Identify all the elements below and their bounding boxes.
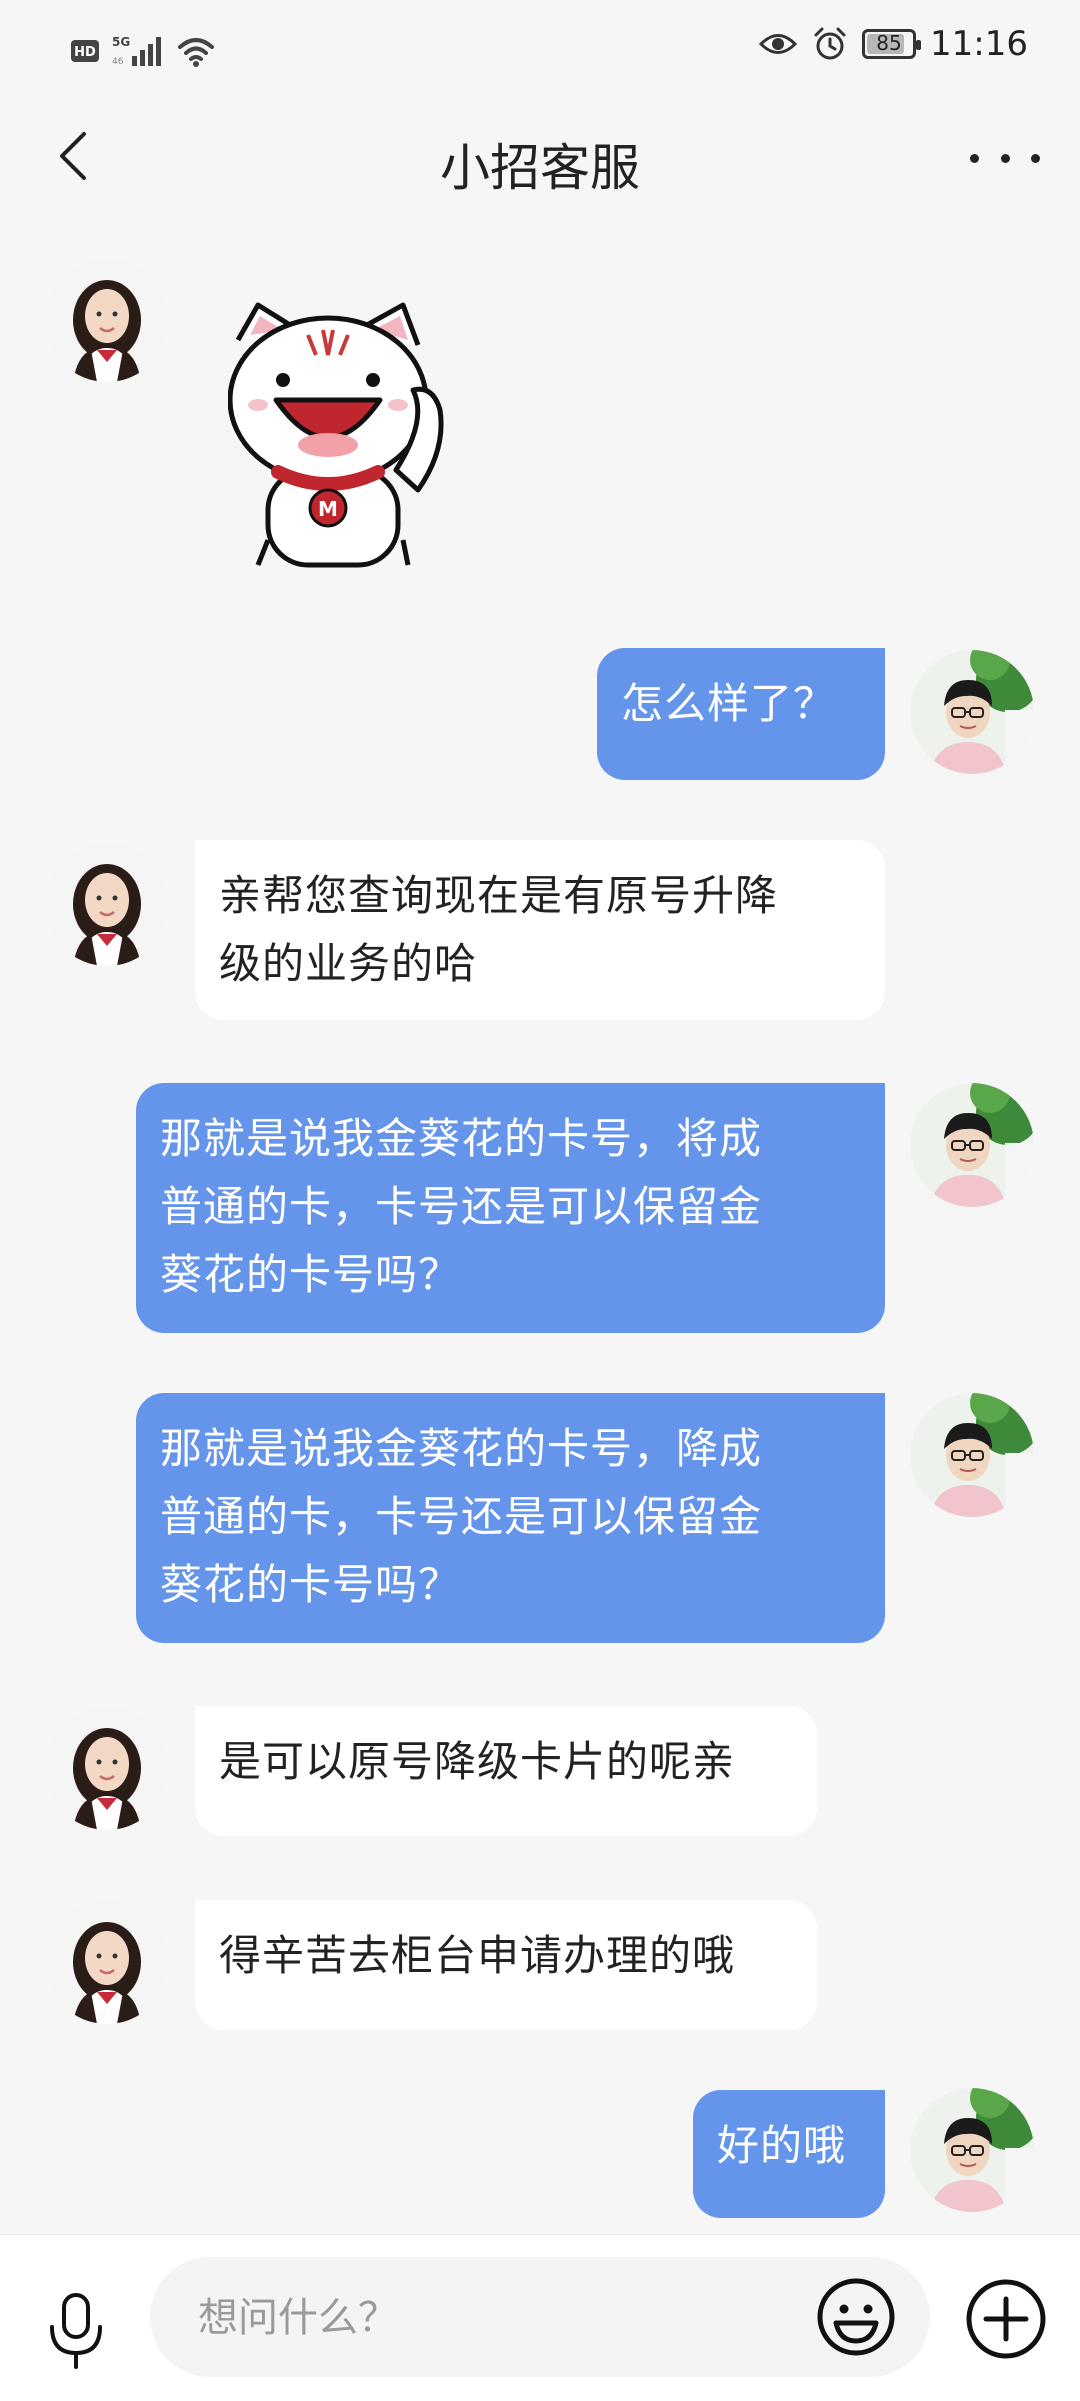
chat-header: 小招客服 [0,100,1080,220]
message-input-container[interactable] [150,2257,930,2377]
message-bubble-incoming[interactable]: 亲帮您查询现在是有原号升降 级的业务的哈 [195,840,885,1020]
message-text: 怎么样了？ [621,679,837,728]
cat-sticker[interactable]: M [227,300,448,570]
user-avatar[interactable] [910,1083,1034,1207]
more-button[interactable] [970,138,1040,178]
hd-icon: HD [71,40,99,62]
network-label: 5G [112,35,130,49]
message-text: 好的哦 [717,2121,847,2170]
eye-icon [758,34,798,54]
alarm-icon [814,27,846,60]
status-right: 85 11:16 [758,24,1028,64]
message-line: 普通的卡，卡号还是可以保留金 [160,1182,763,1231]
signal-icon: 5G 46 [112,35,161,67]
message-bubble-incoming[interactable]: 得辛苦去柜台申请办理的哦 [195,1900,817,2030]
user-avatar-image [910,1083,1034,1207]
message-text: 是可以原号降级卡片的呢亲 [219,1737,736,1786]
message-bubble-outgoing[interactable]: 那就是说我金葵花的卡号，将成 普通的卡，卡号还是可以保留金 葵花的卡号吗？ [136,1083,885,1333]
message-bubble-outgoing[interactable]: 怎么样了？ [597,648,885,780]
message-bubble-outgoing[interactable]: 那就是说我金葵花的卡号，降成 普通的卡，卡号还是可以保留金 葵花的卡号吗？ [136,1393,885,1643]
emoji-icon [817,2278,895,2356]
message-line: 那就是说我金葵花的卡号，将成 [160,1114,763,1163]
message-line: 亲帮您查询现在是有原号升降 [219,871,779,920]
add-button[interactable] [964,2277,1048,2361]
agent-avatar[interactable] [45,1900,169,2024]
battery-level: 85 [876,31,902,55]
agent-avatar-image [45,1900,169,2024]
message-line: 普通的卡，卡号还是可以保留金 [160,1492,763,1541]
status-left: HD 5G 46 [70,34,216,68]
cat-sticker-image: M [227,302,444,568]
composer-bar [0,2234,1080,2401]
sticker-logo: M [318,497,338,521]
message-bubble-outgoing[interactable]: 好的哦 [693,2090,885,2218]
emoji-button[interactable] [814,2275,898,2359]
agent-avatar[interactable] [45,258,169,382]
agent-avatar-image [45,258,169,382]
voice-button[interactable] [44,2291,108,2371]
message-input[interactable] [196,2287,800,2349]
wifi-icon [178,38,214,67]
more-icon [970,153,979,163]
message-line: 级的业务的哈 [219,939,478,988]
user-avatar[interactable] [910,1393,1034,1517]
message-bubble-incoming[interactable]: 是可以原号降级卡片的呢亲 [195,1706,817,1836]
page-title: 小招客服 [440,139,640,197]
microphone-icon [50,2293,102,2369]
status-bar: HD 5G 46 85 11:16 [0,0,1080,100]
clock: 11:16 [930,24,1028,64]
battery-icon: 85 [862,29,922,59]
user-avatar[interactable] [910,2088,1034,2212]
message-line: 那就是说我金葵花的卡号，降成 [160,1424,763,1473]
message-line: 葵花的卡号吗？ [160,1250,462,1299]
message-text: 得辛苦去柜台申请办理的哦 [219,1931,736,1980]
user-avatar[interactable] [910,650,1034,774]
user-avatar-image [910,650,1034,774]
agent-avatar[interactable] [45,1706,169,1830]
network-sub-label: 46 [112,57,124,67]
agent-avatar[interactable] [45,842,169,966]
agent-avatar-image [45,842,169,966]
message-line: 葵花的卡号吗？ [160,1560,462,1609]
agent-avatar-image [45,1706,169,1830]
user-avatar-image [910,2088,1034,2212]
hd-label: HD [74,45,96,60]
plus-icon [966,2279,1046,2359]
user-avatar-image [910,1393,1034,1517]
